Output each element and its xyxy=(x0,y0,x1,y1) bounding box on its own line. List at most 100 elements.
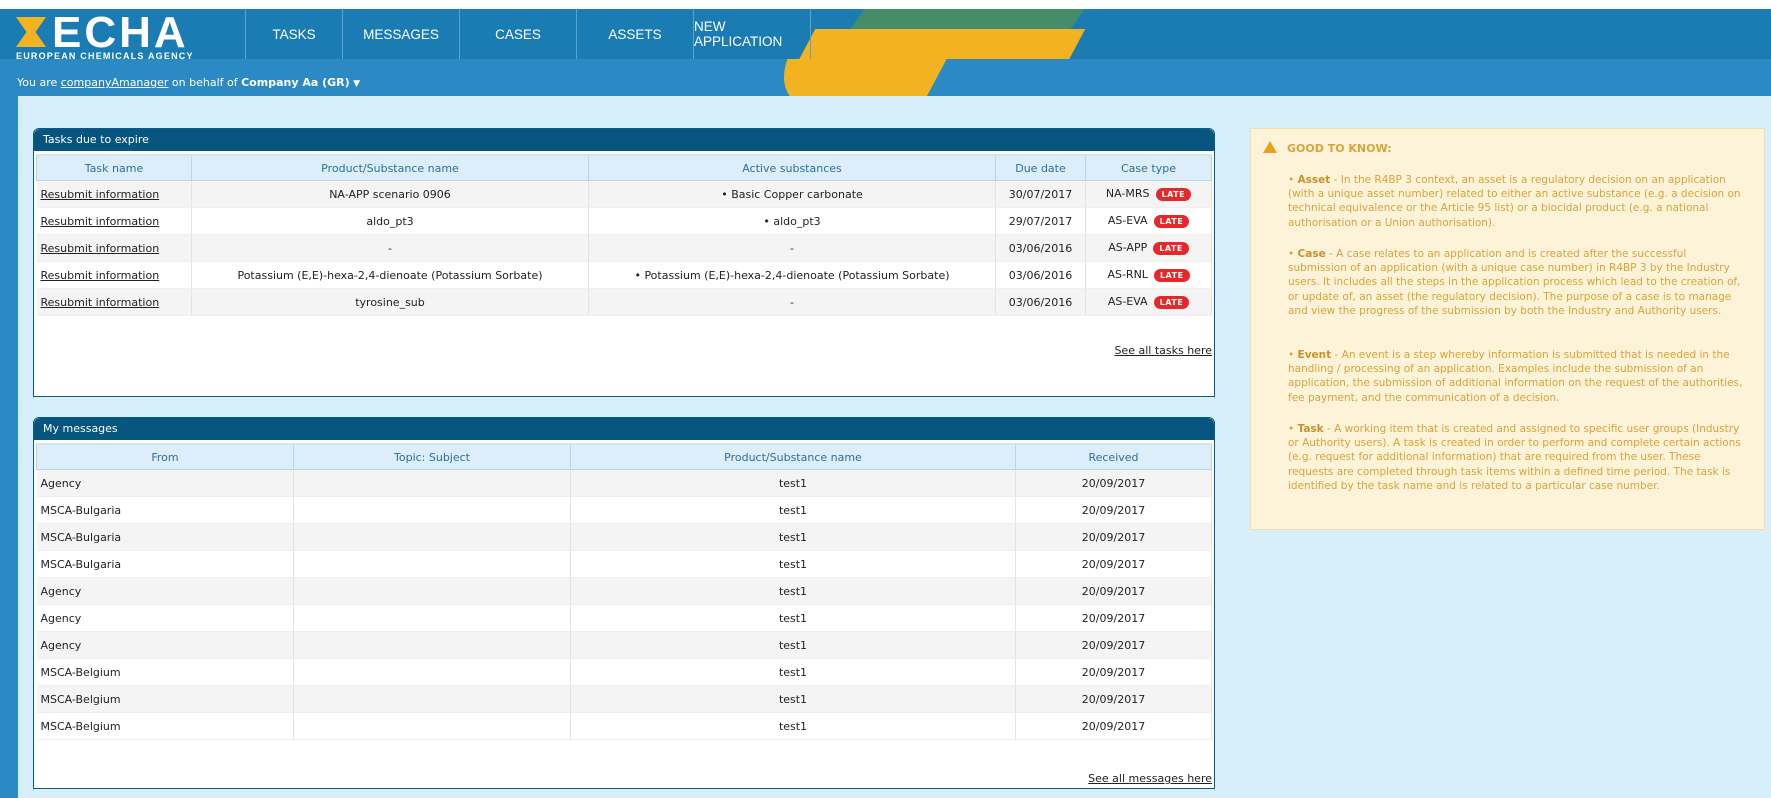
received-cell: 20/09/2017 xyxy=(1015,496,1212,524)
subject-cell xyxy=(293,631,571,659)
table-row[interactable]: Agency test1 20/09/2017 xyxy=(36,631,1212,659)
table-row[interactable]: Agency test1 20/09/2017 xyxy=(36,577,1212,605)
product-cell: test1 xyxy=(570,550,1016,578)
col-subject[interactable]: Topic: Subject xyxy=(293,443,571,470)
table-row[interactable]: MSCA-Bulgaria test1 20/09/2017 xyxy=(36,523,1212,551)
behalf-text: on behalf of xyxy=(168,76,242,89)
task-link[interactable]: Resubmit information xyxy=(41,242,160,255)
username-link[interactable]: companyAmanager xyxy=(61,76,169,89)
gtk-term: Asset xyxy=(1297,174,1331,186)
nav-assets[interactable]: ASSETS xyxy=(577,9,694,59)
subject-cell xyxy=(293,469,571,497)
good-to-know-title: GOOD TO KNOW: xyxy=(1263,141,1392,155)
gtk-item-event: • Event - An event is a step whereby inf… xyxy=(1288,349,1743,404)
subject-cell xyxy=(293,577,571,605)
col-case-type[interactable]: Case type xyxy=(1085,154,1212,181)
table-row[interactable]: Resubmit information - - 03/06/2016 AS-A… xyxy=(36,234,1212,262)
product-cell: test1 xyxy=(570,712,1016,740)
case-type: AS-RNL xyxy=(1107,268,1148,282)
product-cell: test1 xyxy=(570,577,1016,605)
gtk-item-case: • Case - A case relates to an applicatio… xyxy=(1288,248,1741,317)
active-cell: • aldo_pt3 xyxy=(588,207,996,235)
echa-logo[interactable]: ECHA EUROPEAN CHEMICALS AGENCY xyxy=(0,9,245,59)
logo-mark-icon xyxy=(16,17,46,47)
col-received[interactable]: Received xyxy=(1015,443,1212,470)
tasks-table: Task name Product/Substance name Active … xyxy=(36,154,1212,316)
from-cell: MSCA-Belgium xyxy=(36,712,294,740)
case-type: AS-APP xyxy=(1108,241,1148,255)
nav-cases[interactable]: CASES xyxy=(460,9,577,59)
see-all-tasks-link[interactable]: See all tasks here xyxy=(1114,344,1212,357)
table-row[interactable]: Resubmit information NA-APP scenario 090… xyxy=(36,180,1212,208)
caret-down-icon[interactable]: ▼ xyxy=(353,79,360,89)
active-cell: - xyxy=(588,234,996,262)
good-to-know-panel: GOOD TO KNOW: • Asset - In the R4BP 3 co… xyxy=(1250,128,1765,530)
warning-icon xyxy=(1263,141,1277,153)
main-nav: TASKS MESSAGES CASES ASSETS NEW APPLICAT… xyxy=(245,9,811,59)
active-cell: • Basic Copper carbonate xyxy=(588,180,996,208)
case-type: AS-EVA xyxy=(1107,214,1148,228)
gtk-text: - In the R4BP 3 context, an asset is a r… xyxy=(1288,174,1741,229)
col-active-substances[interactable]: Active substances xyxy=(588,154,996,181)
table-row[interactable]: MSCA-Bulgaria test1 20/09/2017 xyxy=(36,496,1212,524)
product-cell: test1 xyxy=(570,685,1016,713)
subject-cell xyxy=(293,604,571,632)
table-row[interactable]: Resubmit information tyrosine_sub - 03/0… xyxy=(36,288,1212,316)
received-cell: 20/09/2017 xyxy=(1015,523,1212,551)
user-context: You are companyAmanager on behalf of Com… xyxy=(17,76,360,89)
table-row[interactable]: MSCA-Belgium test1 20/09/2017 xyxy=(36,685,1212,713)
from-cell: MSCA-Belgium xyxy=(36,658,294,686)
nav-tasks[interactable]: TASKS xyxy=(245,9,343,59)
col-msg-product[interactable]: Product/Substance name xyxy=(570,443,1016,470)
received-cell: 20/09/2017 xyxy=(1015,658,1212,686)
case-type: AS-EVA xyxy=(1107,295,1148,309)
product-cell: test1 xyxy=(570,523,1016,551)
col-task-name[interactable]: Task name xyxy=(36,154,192,181)
header-decoration xyxy=(760,59,952,96)
gtk-term: Case xyxy=(1297,248,1326,260)
gtk-term: Event xyxy=(1297,349,1332,361)
col-product[interactable]: Product/Substance name xyxy=(191,154,589,181)
received-cell: 20/09/2017 xyxy=(1015,604,1212,632)
table-row[interactable]: Resubmit information aldo_pt3 • aldo_pt3… xyxy=(36,207,1212,235)
nav-messages[interactable]: MESSAGES xyxy=(343,9,460,59)
subject-cell xyxy=(293,658,571,686)
table-row[interactable]: MSCA-Bulgaria test1 20/09/2017 xyxy=(36,550,1212,578)
received-cell: 20/09/2017 xyxy=(1015,631,1212,659)
col-from[interactable]: From xyxy=(36,443,294,470)
see-all-messages-link[interactable]: See all messages here xyxy=(1088,772,1212,785)
subject-cell xyxy=(293,550,571,578)
from-cell: MSCA-Bulgaria xyxy=(36,523,294,551)
table-row[interactable]: MSCA-Belgium test1 20/09/2017 xyxy=(36,658,1212,686)
task-link[interactable]: Resubmit information xyxy=(41,188,160,201)
received-cell: 20/09/2017 xyxy=(1015,685,1212,713)
from-cell: MSCA-Bulgaria xyxy=(36,496,294,524)
table-row[interactable]: MSCA-Belgium test1 20/09/2017 xyxy=(36,712,1212,740)
task-link[interactable]: Resubmit information xyxy=(41,269,160,282)
product-cell: Potassium (E,E)-hexa-2,4-dienoate (Potas… xyxy=(191,261,589,289)
messages-panel-title: My messages xyxy=(34,418,1214,440)
received-cell: 20/09/2017 xyxy=(1015,550,1212,578)
received-cell: 20/09/2017 xyxy=(1015,712,1212,740)
task-link[interactable]: Resubmit information xyxy=(41,215,160,228)
from-cell: MSCA-Belgium xyxy=(36,685,294,713)
from-cell: Agency xyxy=(36,469,294,497)
table-row[interactable]: Agency test1 20/09/2017 xyxy=(36,604,1212,632)
user-bar: You are companyAmanager on behalf of Com… xyxy=(0,59,1771,96)
user-prefix: You are xyxy=(17,76,61,89)
table-row[interactable]: Resubmit information Potassium (E,E)-hex… xyxy=(36,261,1212,289)
gtk-term: Task xyxy=(1297,423,1324,435)
due-cell: 03/06/2016 xyxy=(995,234,1086,262)
gtk-text: - A working item that is created and ass… xyxy=(1288,423,1741,492)
logo-text: ECHA xyxy=(52,9,189,57)
product-cell: test1 xyxy=(570,604,1016,632)
company-selector[interactable]: Company Aa (GR) xyxy=(241,76,350,89)
col-due-date[interactable]: Due date xyxy=(995,154,1086,181)
logo-subtitle: EUROPEAN CHEMICALS AGENCY xyxy=(16,51,194,59)
good-to-know-heading: GOOD TO KNOW: xyxy=(1287,142,1392,155)
nav-new-application[interactable]: NEW APPLICATION xyxy=(694,9,811,59)
due-cell: 29/07/2017 xyxy=(995,207,1086,235)
messages-panel: My messages From Topic: Subject Product/… xyxy=(33,417,1215,789)
task-link[interactable]: Resubmit information xyxy=(41,296,160,309)
table-row[interactable]: Agency test1 20/09/2017 xyxy=(36,469,1212,497)
